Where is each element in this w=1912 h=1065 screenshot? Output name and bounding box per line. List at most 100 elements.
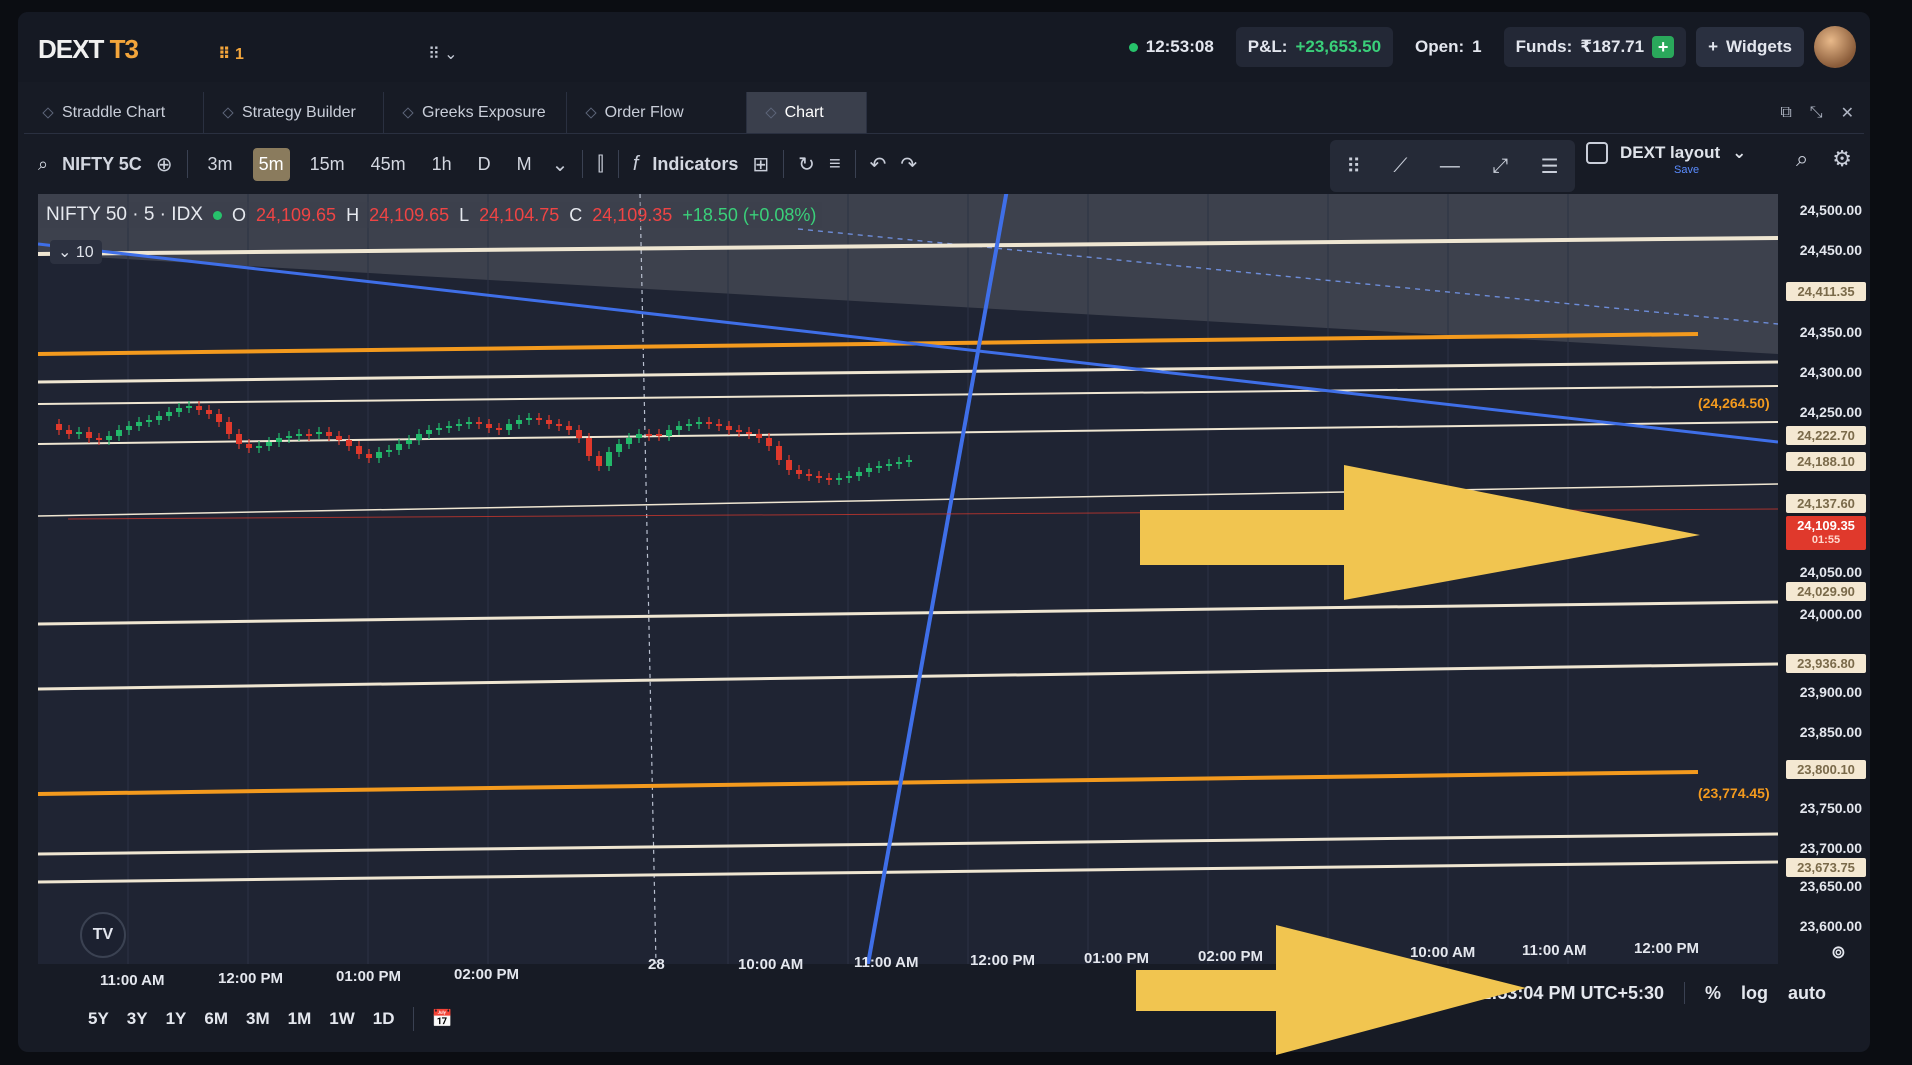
price-axis[interactable]: 24,500.00 24,450.00 24,411.35 24,350.00 … xyxy=(1778,194,1868,962)
tab-order-flow[interactable]: Order Flow xyxy=(567,92,747,133)
layout-menu-button[interactable]: ⠿ ⌄ xyxy=(428,44,458,64)
alignment-icon[interactable]: ≡ xyxy=(829,153,841,176)
layout-checkbox[interactable] xyxy=(1586,142,1608,164)
timeframe-5m[interactable]: 5m xyxy=(252,147,290,181)
symbol-legend[interactable]: NIFTY 50 · 5 · IDX O 24,109.65 H 24,109.65… xyxy=(40,202,823,228)
candle xyxy=(416,434,422,440)
price-tick: 24,350.00 xyxy=(1799,324,1862,340)
tab-label: Strategy Builder xyxy=(242,103,356,121)
range-1y[interactable]: 1Y xyxy=(166,1009,187,1029)
range-1w[interactable]: 1W xyxy=(329,1009,355,1029)
popout-icon[interactable]: ⧉ xyxy=(1780,104,1791,122)
candle xyxy=(826,478,832,480)
add-funds-icon[interactable]: + xyxy=(1652,36,1675,58)
timeframe-1h[interactable]: 1h xyxy=(426,148,458,181)
timeframe-m[interactable]: M xyxy=(511,148,538,181)
range-3m[interactable]: 3M xyxy=(246,1009,270,1029)
candle xyxy=(686,424,692,426)
layout-selector[interactable]: DEXT layout Save ⌄ xyxy=(1586,142,1746,176)
candle xyxy=(716,424,722,426)
diamond-icon xyxy=(402,106,414,119)
workspace-badge[interactable]: ⠿ 1 xyxy=(218,44,244,64)
funds-label: Funds: xyxy=(1515,37,1573,56)
price-tick: 23,850.00 xyxy=(1799,724,1862,740)
tradingview-logo-icon[interactable]: TV xyxy=(80,912,126,958)
candle xyxy=(546,420,552,424)
axis-settings-icon[interactable]: ⊚ xyxy=(1831,942,1846,963)
tab-greeks-exposure[interactable]: Greeks Exposure xyxy=(384,92,567,133)
refresh-icon[interactable]: ↻ xyxy=(798,152,815,177)
tab-chart[interactable]: Chart xyxy=(746,92,867,133)
candle xyxy=(876,466,882,468)
plus-icon: + xyxy=(1708,37,1719,56)
candle xyxy=(336,436,342,440)
level-label-lower: (23,774.45) xyxy=(1698,785,1770,801)
diamond-icon xyxy=(764,106,777,119)
search-icon[interactable]: ⌕ xyxy=(38,154,48,175)
redo-icon[interactable]: ↷ xyxy=(900,152,917,177)
range-1m[interactable]: 1M xyxy=(288,1009,312,1029)
horizontal-line-icon[interactable]: — xyxy=(1440,155,1460,178)
avatar[interactable] xyxy=(1814,26,1856,68)
level-price-tag: 23,800.10 xyxy=(1786,760,1866,779)
symbol-search-input[interactable]: NIFTY 5C xyxy=(62,154,142,175)
diamond-icon xyxy=(584,106,597,119)
timeframe-15m[interactable]: 15m xyxy=(304,148,351,181)
candle xyxy=(766,438,772,446)
settings-gear-icon[interactable]: ⚙ xyxy=(1832,146,1852,172)
templates-grid-icon[interactable]: ⊞ xyxy=(752,152,769,177)
compare-add-icon[interactable]: ⊕ xyxy=(156,152,173,177)
app-logo[interactable]: DEXT T3 xyxy=(38,34,139,65)
percent-scale-toggle[interactable]: % xyxy=(1705,983,1721,1004)
candle xyxy=(536,418,542,420)
current-price-tag: 24,109.35 01:55 xyxy=(1786,516,1866,550)
widgets-button[interactable]: + Widgets xyxy=(1696,27,1804,67)
range-divider xyxy=(412,1007,414,1031)
candle xyxy=(256,446,262,448)
undo-icon[interactable]: ↶ xyxy=(870,152,887,177)
timeframe-d[interactable]: D xyxy=(472,148,497,181)
price-tick: 24,450.00 xyxy=(1799,242,1862,258)
ray-tool-icon[interactable]: ⤢ xyxy=(1492,155,1508,178)
price-tick: 23,750.00 xyxy=(1799,800,1862,816)
log-scale-toggle[interactable]: log xyxy=(1741,983,1768,1004)
pnl-chip[interactable]: P&L: +23,653.50 xyxy=(1235,27,1394,67)
candle xyxy=(486,424,492,428)
maximize-icon[interactable]: ⤡ xyxy=(1810,104,1823,122)
candle xyxy=(896,462,902,464)
candle xyxy=(886,464,892,466)
timeframe-3m[interactable]: 3m xyxy=(202,148,239,181)
auto-scale-toggle[interactable]: auto xyxy=(1788,983,1826,1004)
range-3y[interactable]: 3Y xyxy=(127,1009,148,1029)
tab-strategy-builder[interactable]: Strategy Builder xyxy=(204,92,384,133)
candle xyxy=(476,422,482,424)
low-value: 24,104.75 xyxy=(479,204,560,225)
indicators-button[interactable]: Indicators xyxy=(652,154,738,175)
toolbar-far-right: ⌕ ⚙ xyxy=(1796,146,1852,172)
go-to-date-icon[interactable]: 📅 xyxy=(432,1009,453,1029)
candle xyxy=(366,454,372,458)
trend-line-icon[interactable]: ⟋ xyxy=(1393,155,1407,178)
range-1d[interactable]: 1D xyxy=(373,1009,395,1029)
function-icon: f xyxy=(632,152,639,175)
candle xyxy=(296,434,302,436)
close-icon[interactable]: ✕ xyxy=(1841,103,1854,123)
funds-chip[interactable]: Funds: ₹187.71 + xyxy=(1503,27,1687,67)
chevron-down-icon[interactable]: ⌄ xyxy=(1732,143,1746,163)
layout-save-label[interactable]: Save xyxy=(1674,164,1699,176)
chevron-down-icon[interactable]: ⌄ xyxy=(552,152,569,177)
tab-straddle-chart[interactable]: Straddle Chart xyxy=(24,92,204,133)
drag-handle-icon[interactable]: ⠿ xyxy=(1346,154,1361,179)
quick-search-icon[interactable]: ⌕ xyxy=(1796,146,1808,172)
indicator-collapse-button[interactable]: ⌄ 10 xyxy=(50,240,102,264)
lines-menu-icon[interactable]: ☰ xyxy=(1541,154,1559,179)
timeframe-45m[interactable]: 45m xyxy=(365,148,412,181)
open-positions-chip[interactable]: Open: 1 xyxy=(1403,27,1494,67)
candle xyxy=(646,434,652,436)
candle xyxy=(116,430,122,436)
layout-label: DEXT layout xyxy=(1620,143,1721,162)
candle xyxy=(556,424,562,426)
candle-type-icon[interactable]: ⫿ xyxy=(597,153,603,176)
range-5y[interactable]: 5Y xyxy=(88,1009,109,1029)
range-6m[interactable]: 6M xyxy=(204,1009,228,1029)
